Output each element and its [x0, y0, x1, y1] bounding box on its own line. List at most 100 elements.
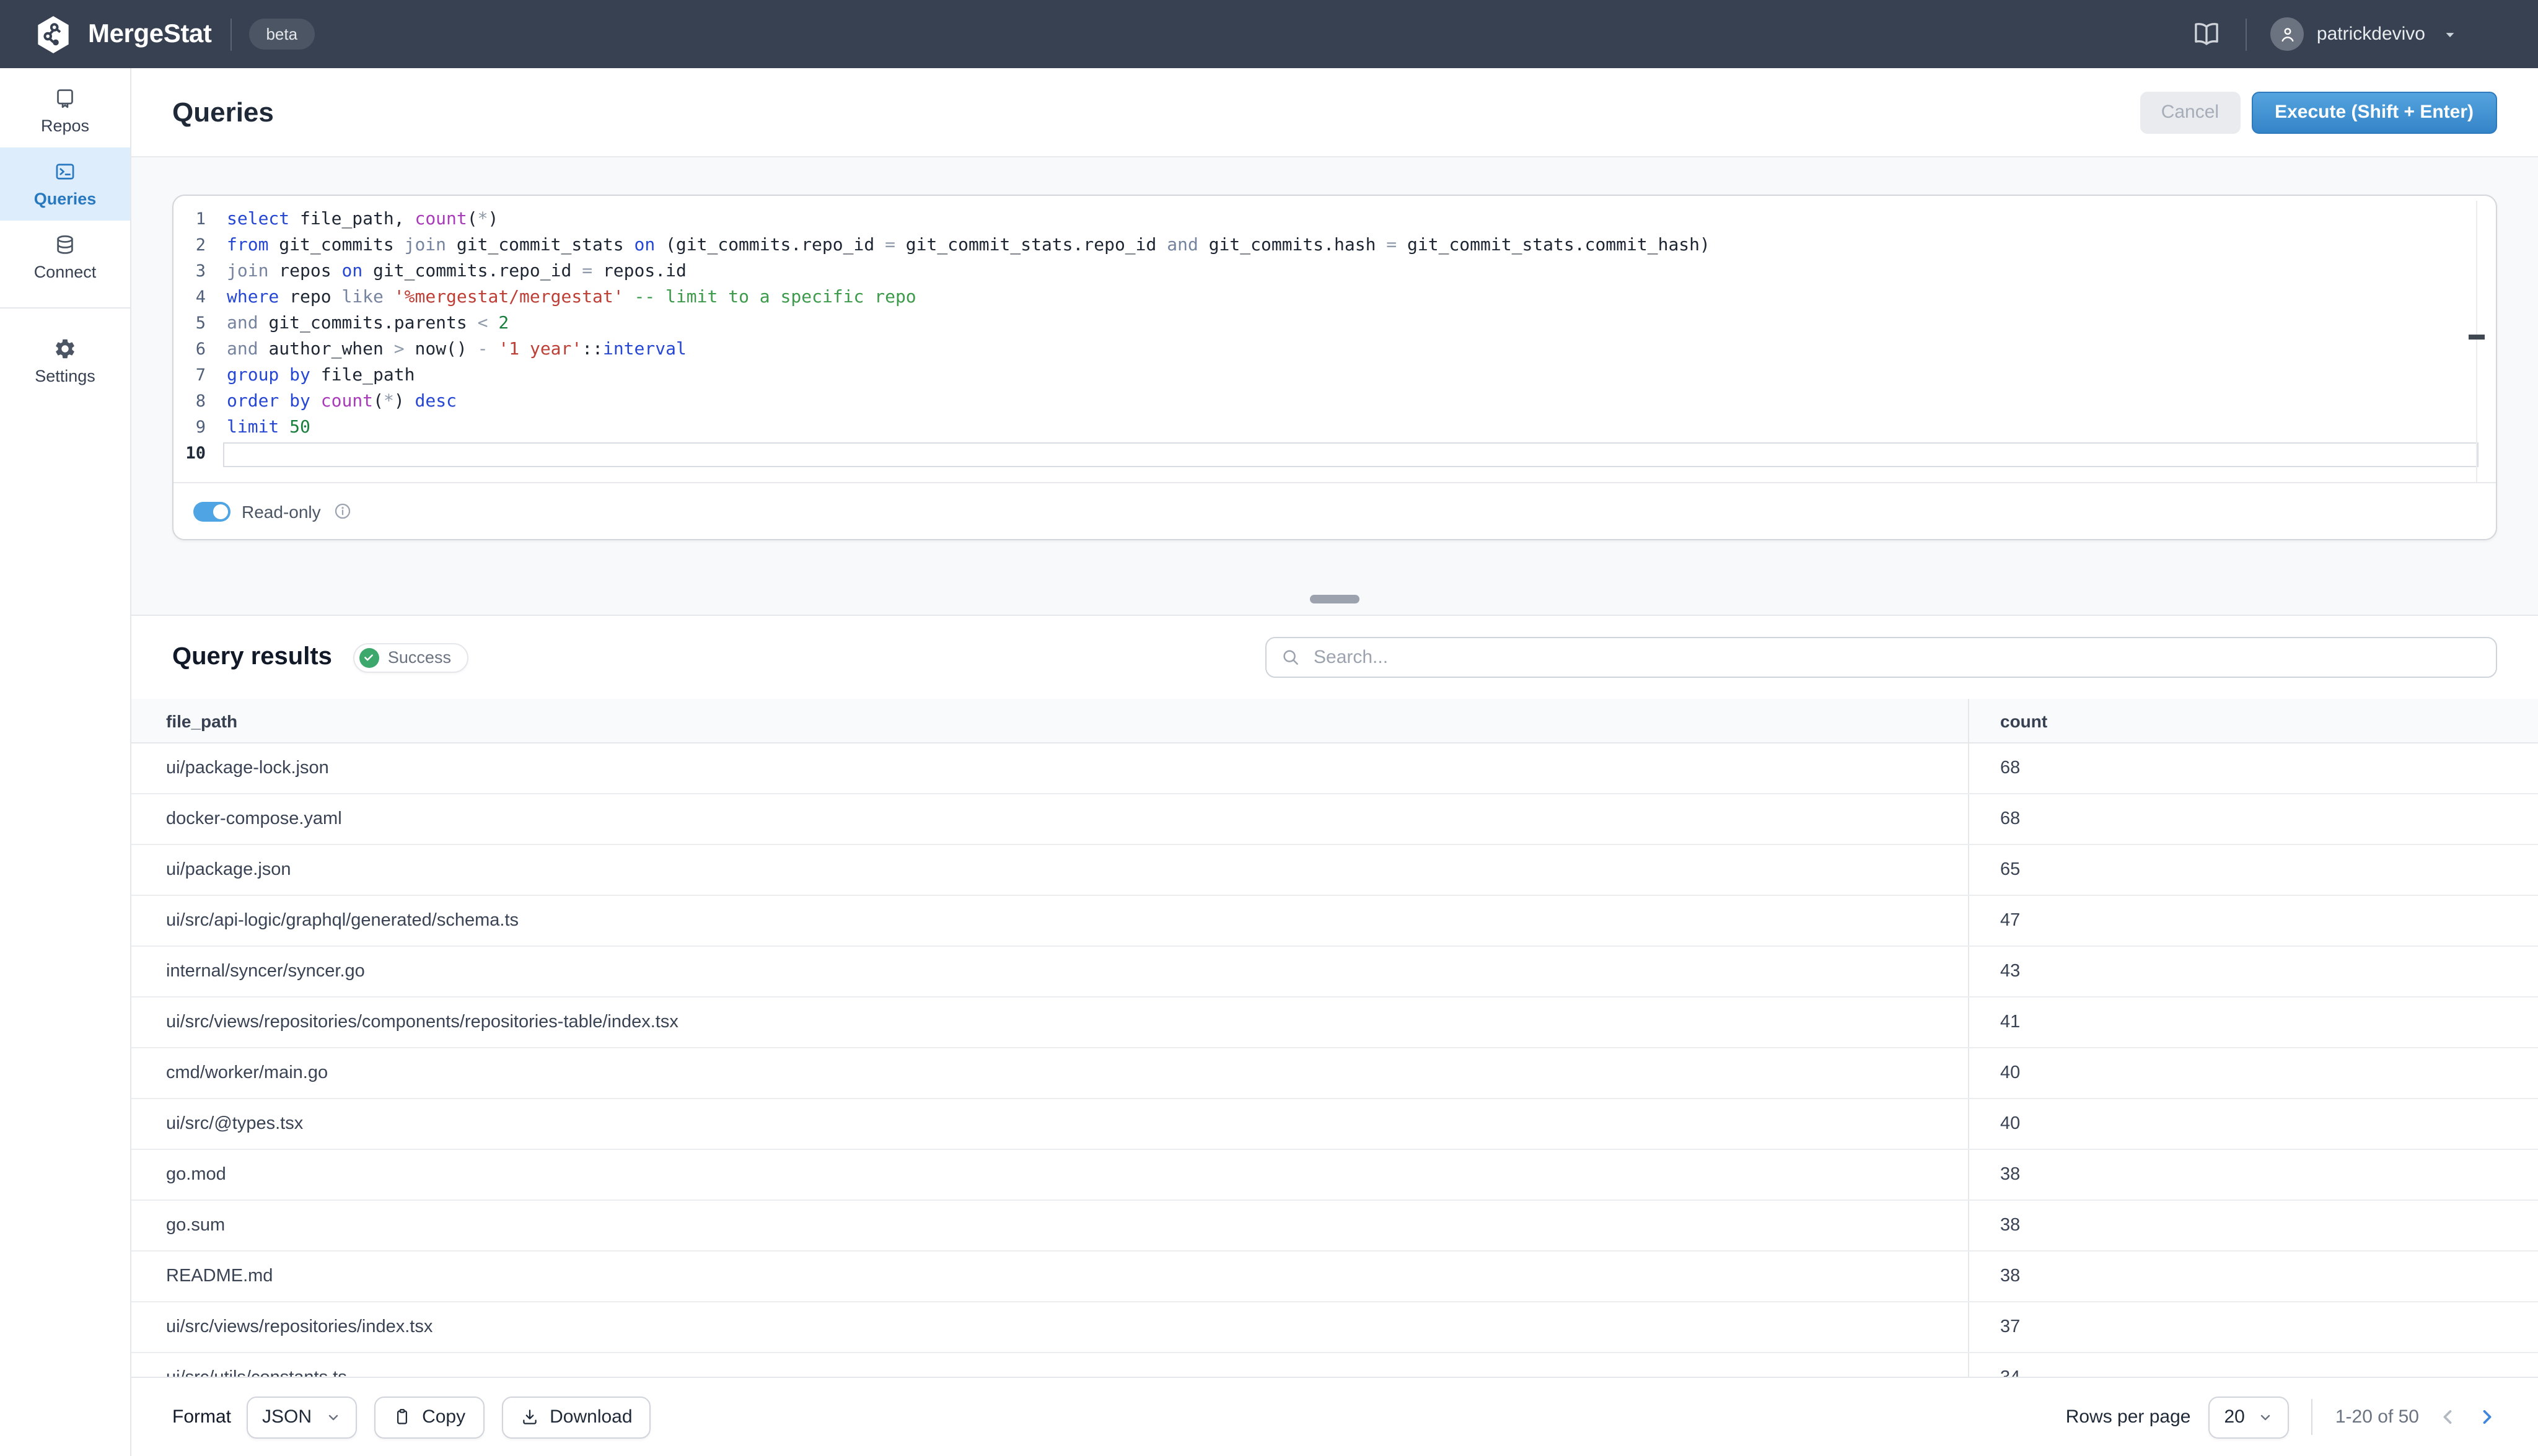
- download-button[interactable]: Download: [501, 1396, 651, 1438]
- cancel-button[interactable]: Cancel: [2140, 91, 2240, 133]
- code-line: 8order by count(*) desc: [173, 389, 2496, 415]
- editor-scrollbar-thumb[interactable]: [2469, 335, 2485, 340]
- table-row: ui/package.json65: [131, 845, 2538, 896]
- info-icon[interactable]: [333, 502, 352, 520]
- brand-name: MergeStat: [88, 19, 211, 49]
- cell-file-path: ui/src/@types.tsx: [131, 1099, 1968, 1149]
- user-menu[interactable]: patrickdevivo: [2271, 17, 2459, 51]
- cell-file-path: ui/src/views/repositories/components/rep…: [131, 998, 1968, 1047]
- search-box: [1265, 637, 2497, 678]
- cell-count: 40: [1968, 1048, 2538, 1098]
- previous-page-button[interactable]: [2438, 1406, 2459, 1427]
- sidebar-item-label: Settings: [35, 367, 95, 385]
- line-number: 8: [173, 389, 216, 415]
- table-row: go.sum38: [131, 1201, 2538, 1252]
- resizer-strip: [131, 540, 2538, 615]
- code-text: limit 50: [216, 415, 310, 441]
- line-number: 5: [173, 311, 216, 337]
- gear-icon: [53, 337, 77, 361]
- table-row: internal/syncer/syncer.go43: [131, 947, 2538, 998]
- footer-divider: [2312, 1399, 2313, 1435]
- line-number: 4: [173, 285, 216, 311]
- chevron-left-icon: [2438, 1406, 2459, 1427]
- line-number: 6: [173, 337, 216, 363]
- sidebar-item-connect[interactable]: Connect: [0, 221, 130, 294]
- query-results-panel: Query results Success: [131, 615, 2538, 1456]
- cell-file-path: internal/syncer/syncer.go: [131, 947, 1968, 996]
- chevron-down-icon: [2441, 25, 2459, 43]
- cell-count: 68: [1968, 794, 2538, 844]
- execute-button[interactable]: Execute (Shift + Enter): [2251, 91, 2497, 133]
- sidebar-item-label: Repos: [41, 116, 89, 135]
- code-line: 3join repos on git_commits.repo_id = rep…: [173, 259, 2496, 285]
- cell-count: 38: [1968, 1252, 2538, 1301]
- code-line: 10: [173, 441, 2496, 467]
- cell-file-path: ui/src/api-logic/graphql/generated/schem…: [131, 896, 1968, 945]
- format-select[interactable]: JSON: [246, 1396, 356, 1438]
- table-row: README.md38: [131, 1252, 2538, 1302]
- beta-badge: beta: [248, 19, 315, 50]
- code-line: 9limit 50: [173, 415, 2496, 441]
- cell-count: 37: [1968, 1302, 2538, 1352]
- chevron-right-icon: [2476, 1406, 2497, 1427]
- line-number: 10: [173, 441, 216, 467]
- cell-count: 47: [1968, 896, 2538, 945]
- app-body: Repos Queries: [0, 68, 2538, 1456]
- mergestat-logo-icon: [32, 13, 74, 55]
- code-text: select file_path, count(*): [216, 207, 498, 233]
- rows-per-page-label: Rows per page: [2066, 1406, 2191, 1427]
- sidebar: Repos Queries: [0, 68, 131, 1456]
- status-badge: Success: [353, 642, 468, 672]
- sidebar-item-settings[interactable]: Settings: [0, 325, 130, 398]
- search-input[interactable]: [1311, 646, 2481, 669]
- code-line: 4where repo like '%mergestat/mergestat' …: [173, 285, 2496, 311]
- table-body: ui/package-lock.json68docker-compose.yam…: [131, 743, 2538, 1456]
- database-icon: [53, 233, 77, 257]
- brand[interactable]: MergeStat: [32, 13, 211, 55]
- pagination: Rows per page 20 1-20 of 50: [2066, 1396, 2497, 1438]
- table-row: ui/package-lock.json68: [131, 743, 2538, 794]
- line-number: 3: [173, 259, 216, 285]
- code-line: 6and author_when > now() - '1 year'::int…: [173, 337, 2496, 363]
- code-line: 5and git_commits.parents < 2: [173, 311, 2496, 337]
- copy-button[interactable]: Copy: [374, 1396, 484, 1438]
- table-header: file_path count: [131, 699, 2538, 743]
- header-actions: Cancel Execute (Shift + Enter): [2140, 91, 2497, 133]
- topbar-right: patrickdevivo: [2192, 17, 2459, 51]
- download-button-label: Download: [550, 1406, 632, 1427]
- read-only-toggle[interactable]: [193, 501, 231, 521]
- sidebar-item-queries[interactable]: Queries: [0, 147, 130, 221]
- results-footer: Format JSON Copy Download Rows per: [131, 1377, 2538, 1456]
- panel-resize-handle[interactable]: [1310, 595, 1359, 603]
- toggle-knob: [213, 504, 228, 519]
- results-header: Query results Success: [131, 616, 2538, 699]
- sql-editor[interactable]: 1select file_path, count(*)2from git_com…: [173, 196, 2496, 482]
- status-badge-label: Success: [388, 648, 451, 667]
- cell-count: 43: [1968, 947, 2538, 996]
- cell-file-path: go.mod: [131, 1150, 1968, 1199]
- editor-scrollbar-track: [2476, 201, 2477, 482]
- cell-file-path: ui/package-lock.json: [131, 743, 1968, 793]
- table-row: go.mod38: [131, 1150, 2538, 1201]
- mergestat-app: MergeStat beta patrickdevivo: [0, 0, 2538, 1456]
- line-number: 2: [173, 233, 216, 259]
- page-header: Queries Cancel Execute (Shift + Enter): [131, 68, 2538, 157]
- cell-count: 40: [1968, 1099, 2538, 1149]
- code-line: 1select file_path, count(*): [173, 207, 2496, 233]
- docs-book-icon[interactable]: [2192, 19, 2223, 50]
- cell-count: 41: [1968, 998, 2538, 1047]
- terminal-icon: [53, 160, 77, 183]
- download-icon: [520, 1408, 538, 1426]
- next-page-button[interactable]: [2476, 1406, 2497, 1427]
- cell-file-path: go.sum: [131, 1201, 1968, 1250]
- rows-per-page-select[interactable]: 20: [2208, 1396, 2290, 1438]
- search-icon: [1281, 648, 1300, 667]
- sidebar-item-label: Queries: [34, 190, 97, 208]
- code-text: and git_commits.parents < 2: [216, 311, 509, 337]
- topbar-divider-2: [2246, 18, 2247, 50]
- code-text: group by file_path: [216, 363, 415, 389]
- editor-footer: Read-only: [173, 482, 2496, 539]
- code-text: join repos on git_commits.repo_id = repo…: [216, 259, 687, 285]
- sidebar-item-repos[interactable]: Repos: [0, 74, 130, 147]
- chevron-down-icon: [2259, 1410, 2273, 1424]
